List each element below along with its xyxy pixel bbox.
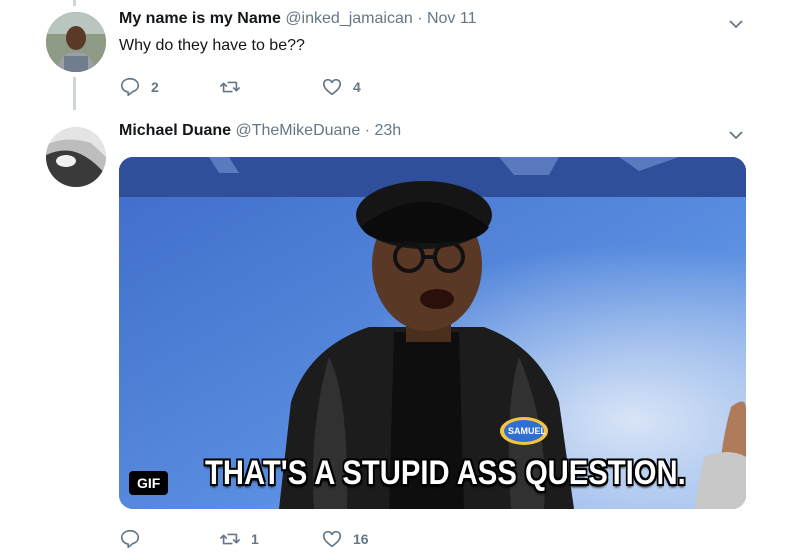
- retweet-count: 1: [251, 531, 259, 547]
- tweet-header: Michael Duane @TheMikeDuane · 23h: [119, 122, 401, 140]
- separator: ·: [417, 10, 423, 27]
- like-button[interactable]: 4: [321, 76, 361, 98]
- avatar[interactable]: [46, 12, 106, 72]
- user-handle[interactable]: @inked_jamaican: [285, 10, 412, 27]
- retweet-button[interactable]: 1: [219, 528, 259, 550]
- display-name[interactable]: Michael Duane: [119, 122, 231, 139]
- tweet-actions: 2 4: [119, 76, 519, 100]
- reply-icon: [120, 77, 140, 97]
- like-icon: [322, 78, 342, 96]
- retweet-button[interactable]: [219, 76, 251, 98]
- like-count: 16: [353, 531, 369, 547]
- gif-caption: THAT'S A STUPID ASS QUESTION.: [205, 454, 686, 492]
- name-tag: SAMUEL: [508, 426, 546, 436]
- like-button[interactable]: 16: [321, 528, 369, 550]
- user-handle[interactable]: @TheMikeDuane: [235, 122, 360, 139]
- display-name[interactable]: My name is my Name: [119, 10, 281, 27]
- tweet-text: Why do they have to be??: [119, 37, 305, 54]
- timestamp[interactable]: 23h: [374, 122, 401, 139]
- reply-icon: [120, 529, 140, 549]
- timestamp[interactable]: Nov 11: [427, 10, 477, 27]
- reply-button[interactable]: 2: [119, 76, 159, 98]
- gif-media[interactable]: SAMUEL THAT'S A STUPID ASS QUESTION. GIF: [119, 157, 746, 509]
- retweet-icon: [220, 81, 240, 93]
- like-icon: [322, 530, 342, 548]
- reply-count: 2: [151, 79, 159, 95]
- tweet-actions: 1 16: [119, 528, 519, 552]
- like-count: 4: [353, 79, 361, 95]
- avatar[interactable]: [46, 127, 106, 187]
- gif-badge: GIF: [129, 471, 169, 495]
- reply-button[interactable]: [119, 528, 151, 550]
- thread-line: [73, 77, 76, 110]
- retweet-icon: [220, 533, 240, 545]
- chevron-down-icon[interactable]: [728, 127, 744, 143]
- chevron-down-icon[interactable]: [728, 16, 744, 32]
- separator: ·: [364, 122, 371, 139]
- thread-line-top: [73, 0, 76, 6]
- tweet-header: My name is my Name @inked_jamaican · Nov…: [119, 10, 476, 28]
